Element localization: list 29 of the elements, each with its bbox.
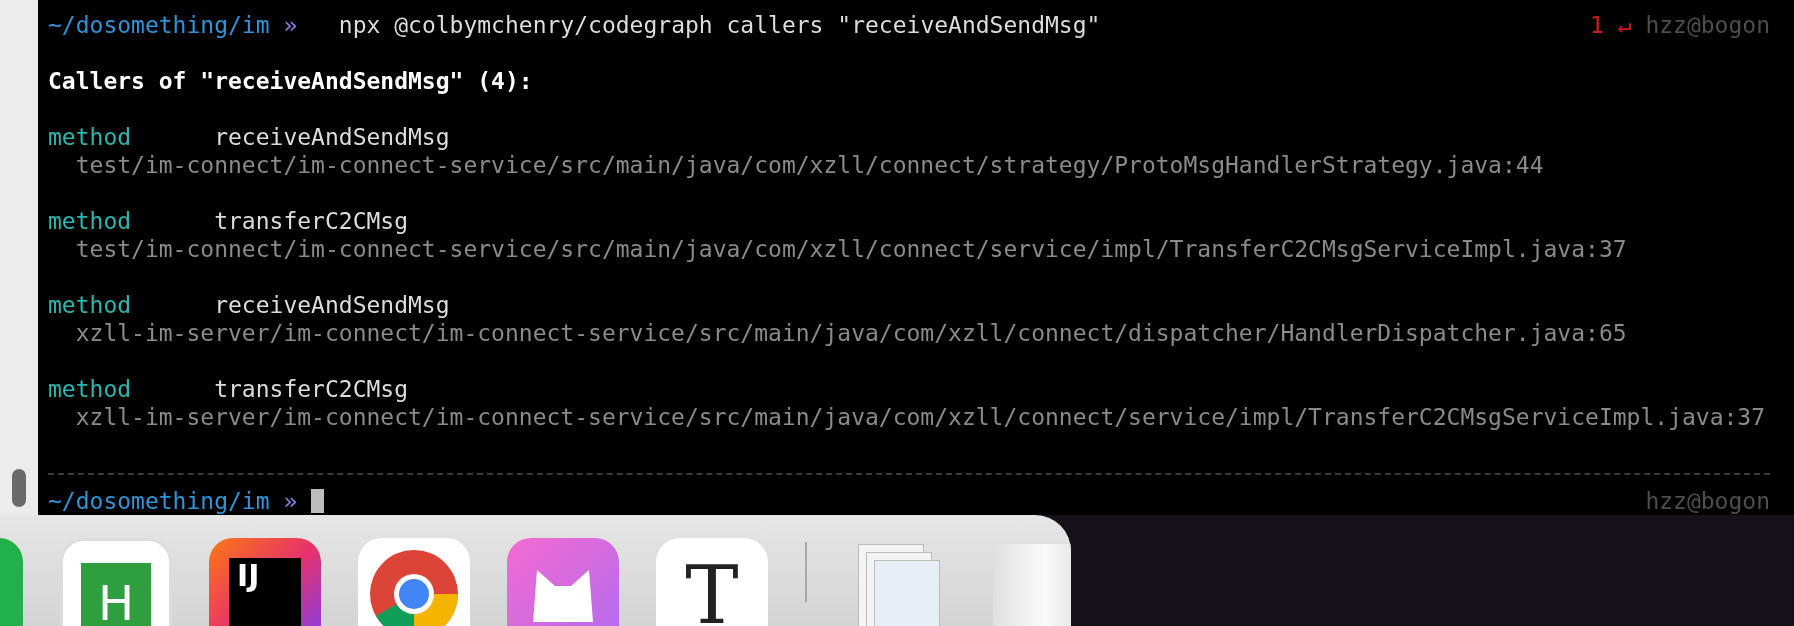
symbol-name: receiveAndSendMsg bbox=[214, 123, 450, 151]
symbol-type: method bbox=[48, 291, 133, 319]
command-text: npx @colbymchenry/codegraph callers "receiveAndSendMsg" bbox=[338, 11, 1101, 39]
prompt-symbol: » bbox=[283, 11, 298, 39]
file-location: xzll-im-server/im-connect/im-connect-service/src/main/java/com/xzll/connect/service/impl/TransferC2CMsgServiceImpl.java:37 bbox=[75, 403, 1766, 431]
return-symbol: ↵ bbox=[1617, 11, 1632, 39]
symbol-type: method bbox=[48, 375, 133, 403]
output-heading: Callers of "receiveAndSendMsg" (4): bbox=[48, 67, 533, 95]
cat-icon[interactable] bbox=[507, 538, 619, 626]
symbol-type: method bbox=[48, 123, 133, 151]
scrollbar-thumb[interactable] bbox=[12, 469, 26, 507]
file-location: test/im-connect/im-connect-service/src/main/java/com/xzll/connect/strategy/ProtoMsgHandlerStrategy.java:44 bbox=[75, 151, 1544, 179]
text-cursor bbox=[311, 489, 325, 513]
file-location: xzll-im-server/im-connect/im-connect-service/src/main/java/com/xzll/connect/dispatcher/HandlerDispatcher.java:65 bbox=[75, 319, 1627, 347]
chrome-icon[interactable] bbox=[358, 538, 470, 626]
file-location: test/im-connect/im-connect-service/src/main/java/com/xzll/connect/service/impl/TransferC2CMsgServiceImpl.java:37 bbox=[75, 235, 1627, 263]
symbol-name: transferC2CMsg bbox=[214, 207, 409, 235]
symbol-type: method bbox=[48, 207, 133, 235]
host-name: hzz@bogon bbox=[1645, 11, 1770, 39]
app-icon[interactable]: IJ bbox=[209, 538, 321, 626]
host-name: hzz@bogon bbox=[1645, 487, 1770, 515]
app-icon[interactable]: T bbox=[656, 538, 768, 626]
prompt-path: ~/dosomething/im bbox=[48, 11, 270, 39]
exit-code: 1 bbox=[1589, 11, 1604, 39]
prompt-symbol: » bbox=[283, 487, 298, 515]
symbol-name: receiveAndSendMsg bbox=[214, 291, 450, 319]
symbol-name: transferC2CMsg bbox=[214, 375, 409, 403]
dock-separator bbox=[805, 542, 807, 602]
prompt-path: ~/dosomething/im bbox=[48, 487, 270, 515]
